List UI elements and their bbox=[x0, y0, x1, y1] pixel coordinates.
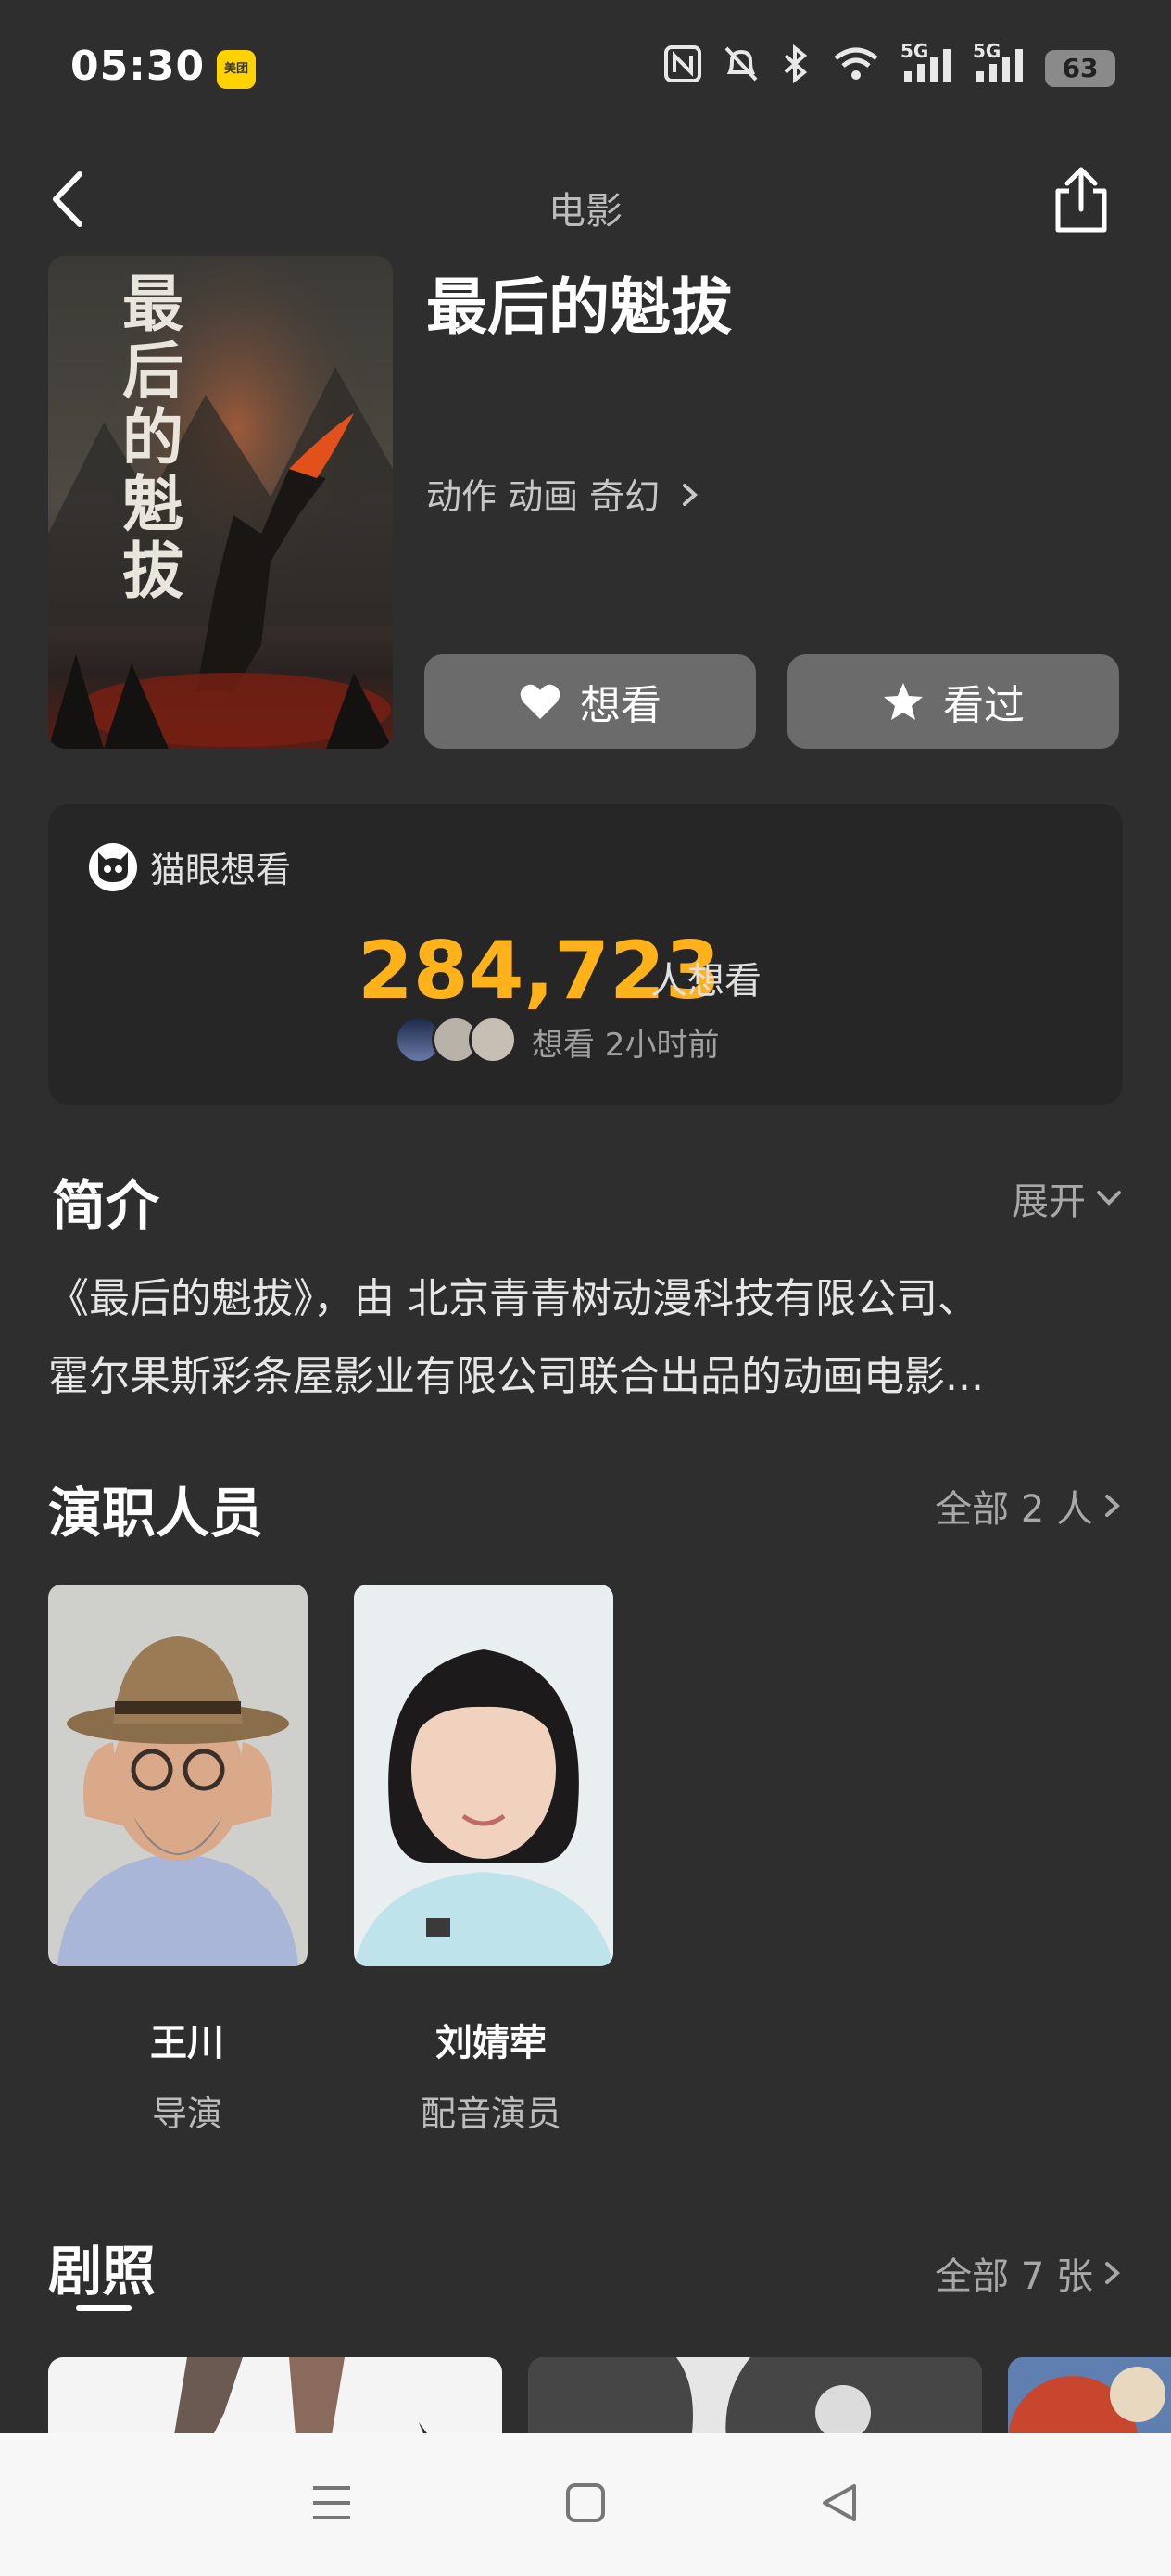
back-nav-button[interactable] bbox=[819, 2482, 860, 2527]
menu-nav-button[interactable] bbox=[311, 2484, 352, 2525]
cast-role: 导演 bbox=[151, 2093, 222, 2134]
genre-text: 动作 动画 奇幻 bbox=[426, 476, 661, 517]
chevron-down-icon bbox=[1097, 1191, 1121, 1206]
wish-to-see-card[interactable]: 猫眼想看 284,723 人想看 想看 2小时前 bbox=[48, 804, 1123, 1105]
status-icons: 5G 5G 63 bbox=[663, 40, 1115, 92]
expand-label: 展开 bbox=[1012, 1181, 1086, 1223]
heart-icon bbox=[520, 684, 560, 719]
synopsis-title: 简介 bbox=[52, 1174, 160, 1237]
share-icon bbox=[1055, 167, 1107, 233]
home-nav-button[interactable] bbox=[565, 2482, 606, 2527]
maoyan-cat-icon bbox=[89, 842, 137, 891]
cast-photo-voice-actor[interactable] bbox=[354, 1585, 613, 1966]
mute-bell-icon bbox=[723, 44, 760, 92]
all-cast-label: 全部 2 人 bbox=[935, 1488, 1093, 1531]
poster-title-art: 最后的魁拔 bbox=[122, 268, 183, 607]
avatar bbox=[469, 1016, 517, 1064]
watched-button[interactable]: 看过 bbox=[787, 654, 1119, 749]
want-to-watch-button[interactable]: 想看 bbox=[424, 654, 756, 749]
chevron-right-icon bbox=[1105, 1495, 1120, 1517]
signal-label: 5G bbox=[900, 40, 929, 62]
synopsis-text: 《最后的魁拔》，由 北京青青树动漫科技有限公司、 霍尔果斯彩条屋影业有限公司联合… bbox=[48, 1260, 1123, 1416]
photos-title-underline bbox=[76, 2305, 132, 2311]
battery-indicator: 63 bbox=[1045, 49, 1115, 87]
wish-label: 猫眼想看 bbox=[150, 850, 292, 890]
cast-title: 演职人员 bbox=[48, 1482, 264, 1545]
all-cast-link[interactable]: 全部 2 人 bbox=[935, 1479, 1123, 1533]
cast-photo-director[interactable] bbox=[48, 1585, 308, 1966]
bluetooth-icon bbox=[780, 44, 812, 92]
meituan-app-icon: 美团 bbox=[217, 50, 256, 89]
cast-name: 刘婧荦 bbox=[435, 2022, 547, 2065]
wish-unit: 人想看 bbox=[650, 960, 762, 1003]
nfc-icon bbox=[663, 44, 702, 92]
wifi-icon bbox=[832, 45, 880, 91]
back-triangle-icon bbox=[823, 2484, 856, 2521]
status-time: 05:30 bbox=[70, 43, 206, 90]
signal-label: 5G bbox=[973, 40, 1001, 62]
expand-synopsis-button[interactable]: 展开 bbox=[1012, 1171, 1123, 1225]
synopsis-line: 霍尔果斯彩条屋影业有限公司联合出品的动画电影... bbox=[48, 1353, 984, 1400]
director-photo bbox=[48, 1585, 308, 1966]
menu-icon bbox=[313, 2486, 350, 2519]
genre-link[interactable]: 动作 动画 奇幻 bbox=[426, 468, 700, 519]
want-label: 想看 bbox=[580, 682, 661, 729]
wish-header: 猫眼想看 bbox=[89, 841, 291, 892]
all-photos-link[interactable]: 全部 7 张 bbox=[935, 2246, 1123, 2300]
poster-image bbox=[48, 256, 393, 749]
signal-5g-icon-2: 5G bbox=[973, 40, 1025, 89]
home-square-icon bbox=[566, 2483, 605, 2522]
recent-users-avatars bbox=[395, 1016, 517, 1064]
all-photos-label: 全部 7 张 bbox=[935, 2255, 1093, 2298]
wish-recent-activity: 想看 2小时前 bbox=[532, 1027, 720, 1064]
system-navigation-bar bbox=[0, 2433, 1171, 2576]
page-title: 电影 bbox=[548, 190, 623, 233]
movie-title: 最后的魁拔 bbox=[426, 271, 732, 343]
cast-name: 王川 bbox=[150, 2022, 224, 2065]
star-icon bbox=[884, 683, 923, 720]
voice-actor-photo bbox=[354, 1585, 613, 1966]
chevron-right-icon bbox=[683, 484, 699, 506]
photos-title: 剧照 bbox=[48, 2240, 157, 2303]
share-button[interactable] bbox=[1047, 163, 1115, 237]
movie-poster[interactable]: 最后的魁拔 bbox=[48, 256, 393, 749]
signal-5g-icon: 5G bbox=[900, 40, 952, 89]
cast-role: 配音演员 bbox=[420, 2093, 561, 2134]
synopsis-line: 《最后的魁拔》，由 北京青青树动漫科技有限公司、 bbox=[48, 1275, 978, 1322]
watched-label: 看过 bbox=[943, 682, 1025, 729]
chevron-right-icon bbox=[1105, 2262, 1120, 2284]
